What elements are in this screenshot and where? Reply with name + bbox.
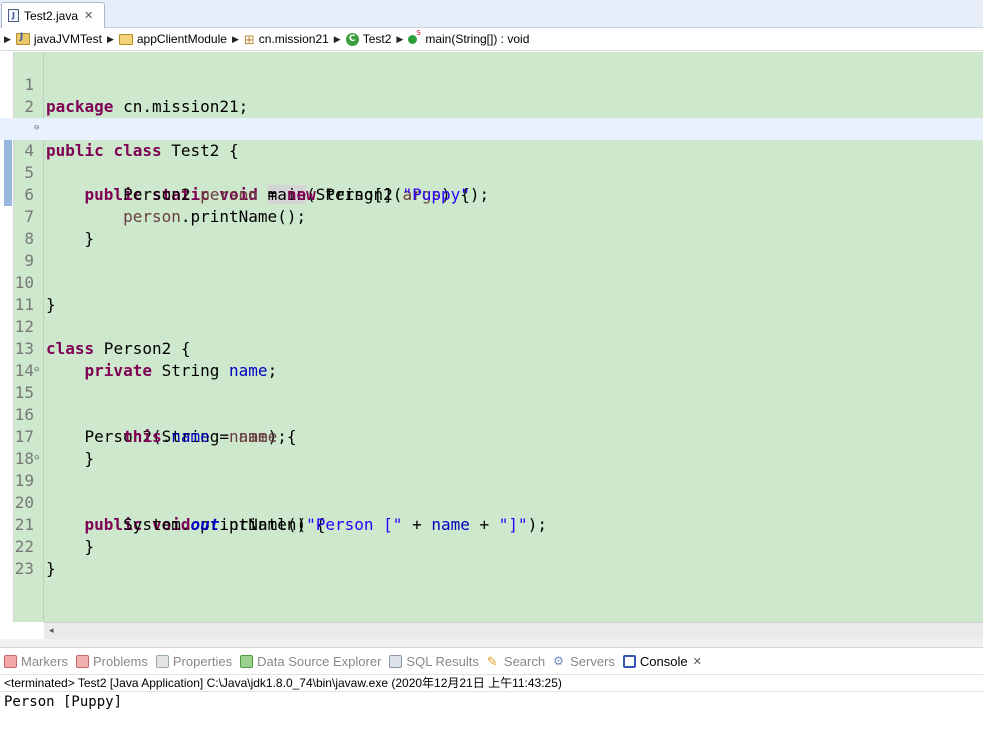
editor-tab-strip: J Test2.java ✕ (0, 0, 983, 28)
tab-label: Console (639, 653, 688, 669)
problems-icon (75, 654, 89, 668)
method-icon (408, 29, 421, 44)
code-line[interactable]: 12 class Person2 { (0, 294, 983, 358)
code-line[interactable]: 2 (0, 74, 983, 116)
fold-collapse-icon[interactable] (34, 124, 43, 133)
code-line[interactable]: 21 } (0, 492, 983, 556)
code-line[interactable]: 8 (0, 206, 983, 248)
code-line[interactable]: 9 (0, 228, 983, 270)
breadcrumb-label: Test2 (362, 32, 392, 46)
code-line[interactable]: 3 public class Test2 { (0, 96, 983, 160)
console-icon (622, 654, 636, 668)
java-file-icon: J (8, 9, 19, 22)
code-line[interactable]: 13 private String name; (0, 316, 983, 380)
breadcrumb-label: javaJVMTest (33, 32, 102, 46)
chevron-right-icon[interactable]: ▶ (396, 34, 403, 45)
tab-label: Search (503, 653, 546, 669)
breadcrumb-item-source-folder[interactable]: appClientModule (118, 32, 227, 46)
breadcrumb: ▶ javaJVMTest ▶ appClientModule ▶ ⊞ cn.m… (0, 28, 983, 51)
tab-label: SQL Results (406, 653, 479, 669)
tab-sql-results[interactable]: SQL Results (389, 654, 479, 669)
project-icon (15, 32, 30, 45)
breadcrumb-item-package[interactable]: ⊞ cn.mission21 (244, 32, 329, 46)
code-line[interactable]: 7 } (0, 184, 983, 248)
code-line[interactable]: 1 package cn.mission21; (0, 52, 983, 116)
code-line[interactable]: 10 } (0, 250, 983, 314)
code-editor[interactable]: 1 package cn.mission21; 2 3 public class… (0, 52, 983, 622)
data-source-explorer-icon (240, 654, 254, 668)
panel-sash[interactable] (0, 639, 983, 647)
line-number: 23 (14, 559, 34, 578)
class-icon: C (345, 32, 359, 46)
breadcrumb-item-class[interactable]: C Test2 (345, 32, 392, 46)
tab-search[interactable]: ✎ Search (487, 654, 545, 669)
tab-label: Data Source Explorer (257, 653, 382, 669)
code-line[interactable]: 5 Person2 person = new Person2("Puppy"); (0, 140, 983, 204)
tab-properties[interactable]: Properties (155, 653, 233, 669)
code-line[interactable]: 20 System.out.println("Person [" + name … (0, 470, 983, 534)
code-line-current[interactable]: 4 public static void main(String[] args)… (0, 118, 983, 204)
code-line[interactable]: 19 public void printName() { (0, 448, 983, 534)
breadcrumb-label: appClientModule (136, 32, 227, 46)
breadcrumb-label: cn.mission21 (258, 32, 329, 46)
close-icon[interactable]: ✕ (693, 655, 702, 668)
servers-icon: ⚙ (553, 653, 564, 668)
code-line[interactable]: 14 (0, 338, 983, 380)
fold-collapse-icon[interactable] (34, 454, 43, 463)
fold-collapse-icon[interactable] (34, 366, 43, 375)
breadcrumb-label: main(String[]) : void (425, 32, 530, 46)
editor-tab-label: Test2.java (24, 8, 79, 23)
code-line[interactable]: 22 } (0, 514, 983, 578)
code-line[interactable]: 23 (0, 536, 983, 578)
chevron-right-icon[interactable]: ▶ (232, 34, 239, 45)
tab-label: Servers (570, 653, 615, 669)
markers-icon (4, 654, 17, 668)
package-icon: ⊞ (243, 31, 255, 47)
editor-tab-test2-java[interactable]: J Test2.java ✕ (1, 2, 105, 28)
chevron-right-icon[interactable]: ▶ (334, 34, 341, 45)
tab-markers[interactable]: Markers (4, 654, 68, 669)
properties-icon (155, 654, 169, 668)
source-folder-icon (118, 33, 133, 45)
bottom-views-tab-bar: Markers Problems Properties Data Source … (0, 647, 983, 674)
tab-label: Properties (172, 653, 233, 669)
sql-results-icon (389, 654, 403, 668)
console-output-area[interactable]: Person [Puppy] (0, 692, 983, 753)
breadcrumb-item-method[interactable]: main(String[]) : void (408, 29, 530, 46)
tab-servers[interactable]: ⚙ Servers (553, 654, 615, 669)
tab-label: Problems (92, 653, 148, 669)
console-output-text: Person [Puppy] (4, 694, 123, 710)
code-line[interactable]: 11 (0, 272, 983, 314)
tab-problems[interactable]: Problems (75, 653, 148, 669)
breadcrumb-item-project[interactable]: javaJVMTest (15, 32, 102, 46)
code-line[interactable]: 16 this.name = name; (0, 382, 983, 446)
close-icon[interactable]: ✕ (84, 9, 93, 22)
chevron-right-icon[interactable]: ▶ (107, 34, 114, 45)
tab-console[interactable]: Console ✕ (622, 653, 702, 669)
code-line[interactable]: 15 Person2(String name) { (0, 360, 983, 446)
search-icon: ✎ (486, 653, 498, 669)
code-line[interactable]: 17 } (0, 404, 983, 468)
tab-data-source-explorer[interactable]: Data Source Explorer (240, 654, 381, 669)
tab-label: Markers (21, 653, 68, 669)
console-status-line: <terminated> Test2 [Java Application] C:… (0, 674, 983, 692)
horizontal-scrollbar[interactable]: ◂ (44, 622, 983, 639)
code-line[interactable]: 6 person.printName(); (0, 162, 983, 226)
code-lines[interactable]: 1 package cn.mission21; 2 3 public class… (0, 52, 983, 578)
code-line[interactable]: 18 (0, 426, 983, 468)
chevron-right-icon[interactable]: ▶ (4, 34, 11, 45)
scroll-left-icon[interactable]: ◂ (49, 625, 54, 636)
